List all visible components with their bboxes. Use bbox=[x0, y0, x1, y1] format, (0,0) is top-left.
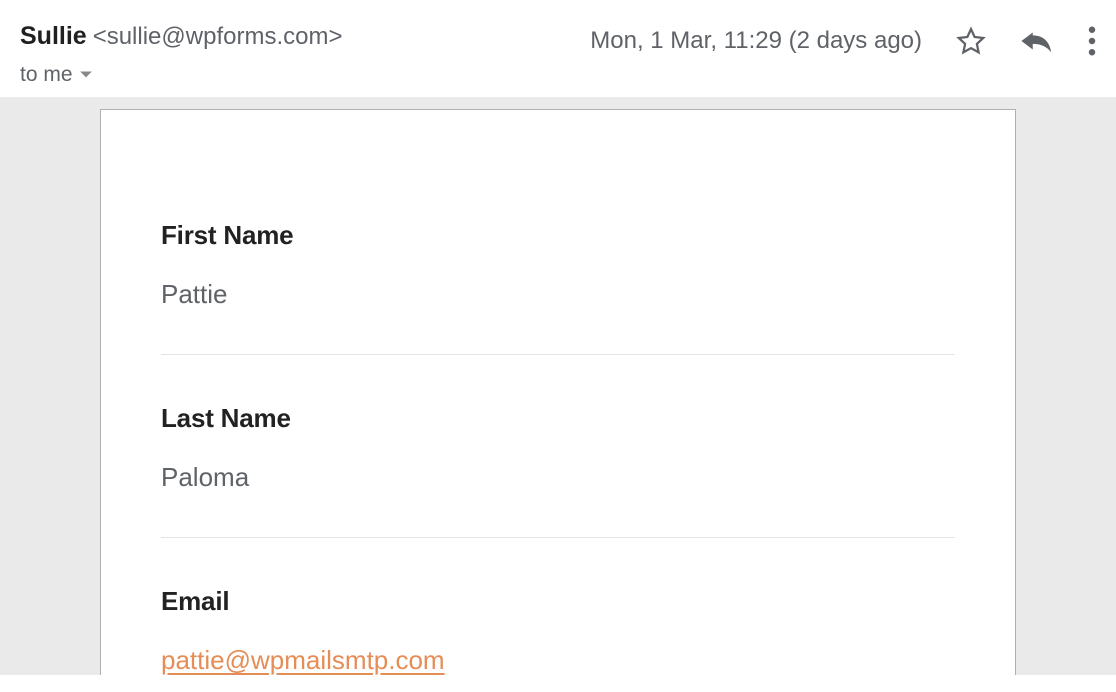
email-body-area: First Name Pattie Last Name Paloma Email… bbox=[0, 97, 1116, 675]
email-date: Mon, 1 Mar, 11:29 (2 days ago) bbox=[590, 27, 922, 55]
field-block-email: Email pattie@wpmailsmtp.com bbox=[161, 586, 955, 676]
reply-icon[interactable] bbox=[1020, 28, 1054, 54]
email-header: Sullie <sullie@wpforms.com> to me Mon, 1… bbox=[0, 0, 1116, 97]
email-link[interactable]: pattie@wpmailsmtp.com bbox=[161, 645, 445, 675]
field-block-last-name: Last Name Paloma bbox=[161, 403, 955, 538]
header-actions: Mon, 1 Mar, 11:29 (2 days ago) bbox=[590, 22, 1096, 56]
sender-email: <sullie@wpforms.com> bbox=[93, 23, 343, 51]
to-recipient-dropdown[interactable]: to me bbox=[20, 63, 342, 87]
more-icon[interactable] bbox=[1088, 26, 1096, 56]
field-block-first-name: First Name Pattie bbox=[161, 220, 955, 355]
from-line: Sullie <sullie@wpforms.com> bbox=[20, 22, 342, 51]
from-block: Sullie <sullie@wpforms.com> to me bbox=[20, 22, 342, 87]
field-label: Email bbox=[161, 586, 955, 617]
field-value: Paloma bbox=[161, 462, 955, 493]
field-label: First Name bbox=[161, 220, 955, 251]
to-label: to me bbox=[20, 63, 73, 87]
field-label: Last Name bbox=[161, 403, 955, 434]
chevron-down-icon bbox=[79, 70, 93, 80]
star-icon[interactable] bbox=[956, 26, 986, 56]
email-card: First Name Pattie Last Name Paloma Email… bbox=[100, 109, 1016, 675]
field-value: Pattie bbox=[161, 279, 955, 310]
content-pad: First Name Pattie Last Name Paloma Email… bbox=[0, 97, 1116, 675]
sender-name: Sullie bbox=[20, 22, 87, 51]
